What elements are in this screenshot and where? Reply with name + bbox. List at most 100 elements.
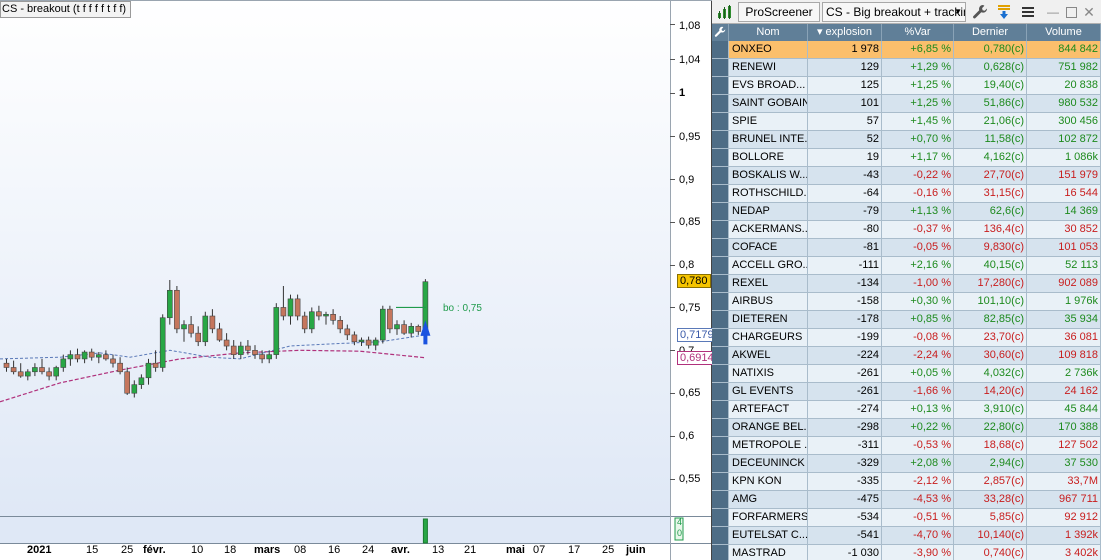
- price-tick-label: 0,9: [679, 174, 695, 186]
- cell-volume: 300 456: [1027, 113, 1101, 131]
- wrench-icon[interactable]: [970, 3, 990, 21]
- table-row[interactable]: ACCELL GRO... -111 +2,16 % 40,15(c) 52 113: [712, 257, 1101, 275]
- table-row[interactable]: SAINT GOBAIN 101 +1,25 % 51,86(c) 980 532: [712, 95, 1101, 113]
- cell-var: +0,30 %: [882, 293, 954, 311]
- row-icon-cell: [712, 41, 729, 59]
- close-icon[interactable]: ✕: [1081, 3, 1097, 21]
- chart-canvas[interactable]: [0, 0, 712, 560]
- screener-icon[interactable]: [716, 3, 734, 21]
- cell-explosion: 19: [808, 149, 882, 167]
- cell-var: +0,85 %: [882, 311, 954, 329]
- column-header-dernier[interactable]: Dernier: [954, 24, 1027, 41]
- sort-desc-icon: ▾: [816, 26, 823, 38]
- cell-var: -1,00 %: [882, 275, 954, 293]
- table-row[interactable]: GL EVENTS -261 -1,66 % 14,20(c) 24 162: [712, 383, 1101, 401]
- date-tick-label: 17: [568, 544, 581, 556]
- table-row[interactable]: RENEWI 129 +1,29 % 0,628(c) 751 982: [712, 59, 1101, 77]
- table-row[interactable]: EVS BROAD... 125 +1,25 % 19,40(c) 20 838: [712, 77, 1101, 95]
- table-row[interactable]: ONXEO 1 978 +6,85 % 0,780(c) 844 842: [712, 41, 1101, 59]
- settings-wrench-icon[interactable]: [712, 24, 729, 41]
- cell-volume: 1 976k: [1027, 293, 1101, 311]
- cell-volume: 844 842: [1027, 41, 1101, 59]
- table-row[interactable]: SPIE 57 +1,45 % 21,06(c) 300 456: [712, 113, 1101, 131]
- cell-nom: BOLLORE: [729, 149, 808, 167]
- cell-explosion: -274: [808, 401, 882, 419]
- cell-explosion: -134: [808, 275, 882, 293]
- cell-nom: CHARGEURS: [729, 329, 808, 347]
- candle-body: [280, 307, 287, 317]
- screener-title[interactable]: ProScreener: [738, 2, 820, 22]
- row-icon-cell: [712, 293, 729, 311]
- table-row[interactable]: BOLLORE 19 +1,17 % 4,162(c) 1 086k: [712, 149, 1101, 167]
- candle-body: [379, 308, 386, 341]
- minimize-icon[interactable]: —: [1045, 3, 1061, 21]
- cell-explosion: -534: [808, 509, 882, 527]
- cell-dernier: 0,740(c): [954, 545, 1027, 560]
- screen-selector[interactable]: CS - Big breakout + tracking ▼: [822, 2, 966, 22]
- date-tick-label: 2021: [27, 544, 52, 556]
- cell-var: -0,51 %: [882, 509, 954, 527]
- candle-body: [167, 289, 173, 319]
- candle-body: [159, 317, 166, 368]
- cell-explosion: -80: [808, 221, 882, 239]
- candle-body: [46, 371, 52, 377]
- table-row[interactable]: NEDAP -79 +1,13 % 62,6(c) 14 369: [712, 203, 1101, 221]
- table-row[interactable]: AKWEL -224 -2,24 % 30,60(c) 109 818: [712, 347, 1101, 365]
- chart-title[interactable]: CS - breakout (t f f f f t f f): [0, 1, 132, 18]
- cell-var: -4,70 %: [882, 527, 954, 545]
- price-tick-label: 0,55: [679, 473, 701, 485]
- cell-volume: 33,7M: [1027, 473, 1101, 491]
- column-header-nom[interactable]: Nom: [729, 24, 808, 41]
- sort-arrow-icon[interactable]: [994, 3, 1014, 21]
- row-icon-cell: [712, 491, 729, 509]
- cell-dernier: 23,70(c): [954, 329, 1027, 347]
- cell-volume: 1 392k: [1027, 527, 1101, 545]
- cell-var: -0,05 %: [882, 239, 954, 257]
- table-row[interactable]: ORANGE BEL... -298 +0,22 % 22,80(c) 170 388: [712, 419, 1101, 437]
- table-row[interactable]: CHARGEURS -199 -0,08 % 23,70(c) 36 081: [712, 329, 1101, 347]
- candle-body: [316, 311, 322, 317]
- table-row[interactable]: DECEUNINCK -329 +2,08 % 2,94(c) 37 530: [712, 455, 1101, 473]
- column-header-volume[interactable]: Volume: [1027, 24, 1101, 41]
- cell-volume: 170 388: [1027, 419, 1101, 437]
- table-row[interactable]: FORFARMERS -534 -0,51 % 5,85(c) 92 912: [712, 509, 1101, 527]
- volume-axis-bottom: 0: [677, 528, 683, 538]
- row-icon-cell: [712, 239, 729, 257]
- row-icon-cell: [712, 401, 729, 419]
- cell-explosion: 101: [808, 95, 882, 113]
- date-tick-label: 18: [224, 544, 237, 556]
- cell-volume: 45 844: [1027, 401, 1101, 419]
- table-row[interactable]: ROTHSCHILD... -64 -0,16 % 31,15(c) 16 544: [712, 185, 1101, 203]
- cell-dernier: 31,15(c): [954, 185, 1027, 203]
- cell-dernier: 19,40(c): [954, 77, 1027, 95]
- cell-dernier: 33,28(c): [954, 491, 1027, 509]
- table-row[interactable]: REXEL -134 -1,00 % 17,280(c) 902 089: [712, 275, 1101, 293]
- menu-icon[interactable]: [1018, 3, 1038, 21]
- cell-nom: NATIXIS: [729, 365, 808, 383]
- table-row[interactable]: COFACE -81 -0,05 % 9,830(c) 101 053: [712, 239, 1101, 257]
- candle-body: [408, 326, 415, 334]
- column-header-var[interactable]: %Var: [882, 24, 954, 41]
- maximize-icon[interactable]: [1063, 3, 1079, 21]
- table-row[interactable]: DIETEREN -178 +0,85 % 82,85(c) 35 934: [712, 311, 1101, 329]
- table-row[interactable]: MASTRAD -1 030 -3,90 % 0,740(c) 3 402k: [712, 545, 1101, 560]
- table-row[interactable]: METROPOLE ... -311 -0,53 % 18,68(c) 127 502: [712, 437, 1101, 455]
- table-row[interactable]: EUTELSAT C... -541 -4,70 % 10,140(c) 1 392k: [712, 527, 1101, 545]
- cell-nom: AKWEL: [729, 347, 808, 365]
- cell-var: +0,22 %: [882, 419, 954, 437]
- table-row[interactable]: KPN KON -335 -2,12 % 2,857(c) 33,7M: [712, 473, 1101, 491]
- table-row[interactable]: BRUNEL INTE... 52 +0,70 % 11,58(c) 102 872: [712, 131, 1101, 149]
- table-row[interactable]: ACKERMANS... -80 -0,37 % 136,4(c) 30 852: [712, 221, 1101, 239]
- table-row[interactable]: AMG -475 -4,53 % 33,28(c) 967 711: [712, 491, 1101, 509]
- cell-nom: DIETEREN: [729, 311, 808, 329]
- table-row[interactable]: NATIXIS -261 +0,05 % 4,032(c) 2 736k: [712, 365, 1101, 383]
- table-row[interactable]: ARTEFACT -274 +0,13 % 3,910(c) 45 844: [712, 401, 1101, 419]
- cell-volume: 980 532: [1027, 95, 1101, 113]
- column-header-explosion[interactable]: ▾ explosion: [808, 24, 882, 41]
- cell-explosion: -311: [808, 437, 882, 455]
- cell-nom: REXEL: [729, 275, 808, 293]
- table-row[interactable]: BOSKALIS W... -43 -0,22 % 27,70(c) 151 979: [712, 167, 1101, 185]
- table-row[interactable]: AIRBUS -158 +0,30 % 101,10(c) 1 976k: [712, 293, 1101, 311]
- candle-body: [252, 350, 258, 355]
- price-chart[interactable]: CS - breakout (t f f f f t f f) 1,08 1,04…: [0, 0, 717, 560]
